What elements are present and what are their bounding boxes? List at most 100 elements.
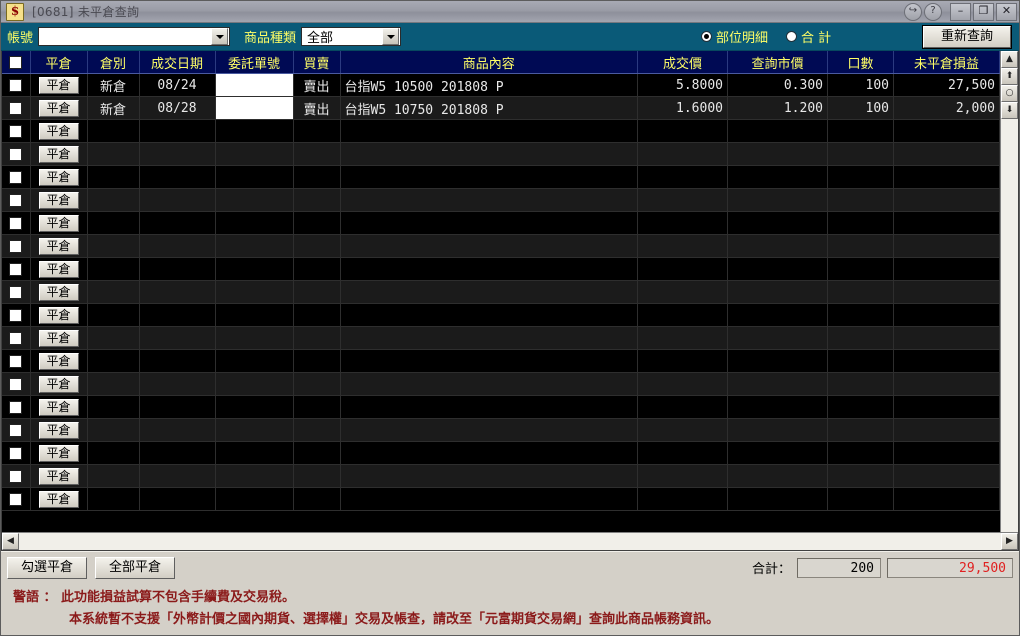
header-pl[interactable]: 未平倉損益	[893, 51, 1000, 74]
checkbox-icon[interactable]	[9, 400, 23, 414]
row-close-cell[interactable]: 平倉	[30, 441, 88, 465]
table-row[interactable]: 平倉	[2, 487, 1000, 511]
close-all-button[interactable]: 全部平倉	[95, 556, 175, 579]
row-close-cell[interactable]: 平倉	[30, 211, 88, 235]
checkbox-icon[interactable]	[9, 469, 23, 483]
row-order-no[interactable]	[215, 487, 294, 511]
row-close-button[interactable]: 平倉	[38, 237, 79, 255]
restore-button[interactable]: ❐	[973, 2, 994, 21]
checkbox-icon[interactable]	[9, 354, 23, 368]
chevron-down-icon[interactable]	[211, 28, 229, 45]
radio-on-icon[interactable]	[701, 31, 713, 42]
row-checkbox-cell[interactable]	[2, 441, 31, 465]
checkbox-icon[interactable]	[9, 446, 23, 460]
table-row[interactable]: 平倉	[2, 257, 1000, 281]
table-row[interactable]: 平倉	[2, 280, 1000, 304]
row-order-no[interactable]	[215, 96, 294, 120]
header-side[interactable]: 買賣	[293, 51, 341, 74]
horizontal-scrollbar[interactable]: ◀ ▶	[2, 532, 1018, 550]
row-close-cell[interactable]: 平倉	[30, 487, 88, 511]
row-order-no[interactable]	[215, 418, 294, 442]
row-close-button[interactable]: 平倉	[38, 329, 79, 347]
row-checkbox-cell[interactable]	[2, 142, 31, 166]
scroll-up-icon[interactable]: ▲	[1001, 51, 1018, 68]
row-checkbox-cell[interactable]	[2, 418, 31, 442]
checkbox-icon[interactable]	[9, 239, 23, 253]
header-select-all[interactable]	[2, 51, 31, 74]
exit-icon[interactable]: ↪	[904, 2, 922, 21]
table-row[interactable]: 平倉	[2, 349, 1000, 373]
row-checkbox-cell[interactable]	[2, 257, 31, 281]
row-close-cell[interactable]: 平倉	[30, 234, 88, 258]
row-order-no[interactable]	[215, 395, 294, 419]
help-icon[interactable]: ?	[924, 2, 942, 21]
table-row[interactable]: 平倉	[2, 303, 1000, 327]
header-trade-date[interactable]: 成交日期	[139, 51, 216, 74]
table-row[interactable]: 平倉 新倉 08/28 賣出 台指W5 10750 201808 P 1.6000 1.20…	[2, 96, 1000, 120]
row-close-cell[interactable]: 平倉	[30, 395, 88, 419]
table-row[interactable]: 平倉	[2, 441, 1000, 465]
close-selected-button[interactable]: 勾選平倉	[7, 556, 87, 579]
checkbox-icon[interactable]	[9, 147, 23, 161]
row-checkbox-cell[interactable]	[2, 165, 31, 189]
row-order-no[interactable]	[215, 464, 294, 488]
table-row[interactable]: 平倉	[2, 395, 1000, 419]
row-close-button[interactable]: 平倉	[38, 168, 79, 186]
row-checkbox-cell[interactable]	[2, 303, 31, 327]
row-close-button[interactable]: 平倉	[38, 444, 79, 462]
radio-position-detail[interactable]: 部位明細	[701, 27, 768, 46]
header-trade-price[interactable]: 成交價	[637, 51, 728, 74]
row-order-no[interactable]	[215, 211, 294, 235]
header-order-no[interactable]: 委託單號	[215, 51, 294, 74]
row-checkbox-cell[interactable]	[2, 349, 31, 373]
scroll-page-up-icon[interactable]: ⬆	[1001, 68, 1018, 85]
row-close-cell[interactable]: 平倉	[30, 280, 88, 304]
checkbox-icon[interactable]	[9, 262, 23, 276]
close-button[interactable]: ✕	[996, 2, 1017, 21]
chevron-down-icon[interactable]	[382, 28, 400, 45]
table-row[interactable]: 平倉	[2, 326, 1000, 350]
row-close-cell[interactable]: 平倉	[30, 372, 88, 396]
header-warehouse[interactable]: 倉別	[87, 51, 140, 74]
row-close-cell[interactable]: 平倉	[30, 119, 88, 143]
row-checkbox-cell[interactable]	[2, 234, 31, 258]
table-row[interactable]: 平倉	[2, 211, 1000, 235]
row-close-button[interactable]: 平倉	[38, 490, 79, 508]
row-close-cell[interactable]: 平倉	[30, 464, 88, 488]
row-order-no[interactable]	[215, 441, 294, 465]
scroll-left-icon[interactable]: ◀	[2, 533, 19, 550]
checkbox-icon[interactable]	[9, 423, 23, 437]
table-row[interactable]: 平倉	[2, 165, 1000, 189]
row-checkbox-cell[interactable]	[2, 96, 31, 120]
row-checkbox-cell[interactable]	[2, 487, 31, 511]
row-checkbox-cell[interactable]	[2, 211, 31, 235]
row-close-cell[interactable]: 平倉	[30, 96, 88, 120]
row-close-button[interactable]: 平倉	[38, 283, 79, 301]
checkbox-icon[interactable]	[9, 377, 23, 391]
header-close[interactable]: 平倉	[30, 51, 88, 74]
radio-off-icon[interactable]	[786, 31, 798, 42]
row-close-button[interactable]: 平倉	[38, 191, 79, 209]
row-close-button[interactable]: 平倉	[38, 398, 79, 416]
checkbox-icon[interactable]	[9, 308, 23, 322]
row-order-no[interactable]	[215, 326, 294, 350]
table-row[interactable]: 平倉	[2, 234, 1000, 258]
row-order-no[interactable]	[215, 280, 294, 304]
checkbox-icon[interactable]	[9, 492, 23, 506]
row-order-no[interactable]	[215, 119, 294, 143]
row-close-cell[interactable]: 平倉	[30, 303, 88, 327]
table-row[interactable]: 平倉	[2, 119, 1000, 143]
row-checkbox-cell[interactable]	[2, 188, 31, 212]
row-checkbox-cell[interactable]	[2, 326, 31, 350]
row-close-button[interactable]: 平倉	[38, 214, 79, 232]
row-close-button[interactable]: 平倉	[38, 76, 79, 94]
vertical-scrollbar[interactable]: ▲ ⬆ ○ ⬇	[1000, 51, 1018, 532]
checkbox-icon[interactable]	[9, 193, 23, 207]
row-order-no[interactable]	[215, 234, 294, 258]
header-market-price[interactable]: 查詢市價	[727, 51, 828, 74]
row-close-cell[interactable]: 平倉	[30, 418, 88, 442]
row-order-no[interactable]	[215, 303, 294, 327]
row-order-no[interactable]	[215, 257, 294, 281]
scroll-page-down-icon[interactable]: ⬇	[1001, 102, 1018, 119]
requery-button[interactable]: 重新查詢	[922, 24, 1012, 49]
